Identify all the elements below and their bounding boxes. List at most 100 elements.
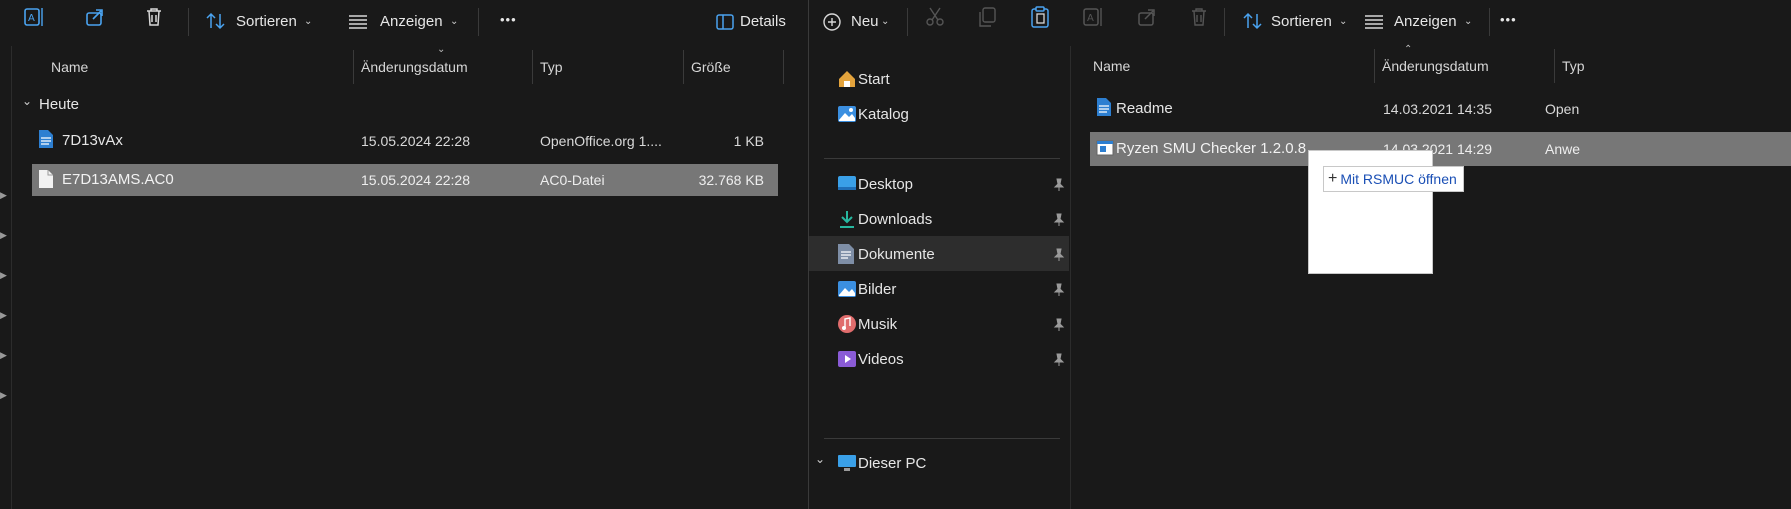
column-header-type[interactable]: Typ <box>1562 58 1585 74</box>
details-pane-icon <box>716 14 734 30</box>
sort-label: Sortieren <box>1271 13 1332 30</box>
details-label: Details <box>740 13 786 30</box>
view-button[interactable]: Anzeigen ⌄ <box>346 6 461 38</box>
expand-arrow-icon[interactable]: ▶ <box>0 310 7 321</box>
pin-icon[interactable] <box>1052 248 1066 262</box>
nav-label: Dieser PC <box>858 455 927 472</box>
more-options-button[interactable]: ••• <box>1492 6 1532 38</box>
group-header-today[interactable]: ⌄ Heute <box>22 94 222 116</box>
copy-icon <box>979 7 996 27</box>
expand-arrow-icon[interactable]: ▶ <box>0 190 7 201</box>
file-type: Open <box>1545 101 1580 117</box>
copy-button[interactable] <box>969 1 1005 33</box>
column-header-type[interactable]: Typ <box>540 59 563 75</box>
column-header-modified[interactable]: Änderungsdatum <box>361 59 468 75</box>
nav-item-start[interactable]: Start <box>809 62 1069 96</box>
download-icon <box>840 211 854 228</box>
nav-item-desktop[interactable]: Desktop <box>809 167 1069 201</box>
left-edge-strip: ▶ ▶ ▶ ▶ ▶ ▶ <box>0 46 12 509</box>
paste-button[interactable] <box>1022 1 1058 33</box>
more-label: ••• <box>1500 12 1517 27</box>
rename-icon: A <box>1083 8 1102 26</box>
file-name: 7D13vAx <box>62 132 123 149</box>
right-column-headers: Name Änderungsdatum Typ <box>1071 49 1791 83</box>
file-size: 32.768 KB <box>698 172 764 188</box>
nav-item-pictures[interactable]: Bilder <box>809 272 1069 306</box>
rename-button[interactable]: A <box>1075 1 1111 33</box>
pin-icon[interactable] <box>1052 213 1066 227</box>
column-header-name[interactable]: Name <box>51 59 88 75</box>
delete-button[interactable] <box>136 1 172 33</box>
document-file-icon <box>1097 98 1111 116</box>
nav-item-music[interactable]: Musik <box>809 307 1069 341</box>
nav-divider <box>824 438 1060 439</box>
right-pane: Neu ⌄ A Sortieren ⌄ Anzeigen ⌄ ••• Start… <box>809 0 1791 509</box>
chevron-down-icon: ⌄ <box>304 16 313 27</box>
pin-icon[interactable] <box>1052 178 1066 192</box>
rename-button[interactable]: A <box>16 1 52 33</box>
sort-icon <box>206 12 225 30</box>
file-modified: 15.05.2024 22:28 <box>361 133 470 149</box>
column-header-modified[interactable]: Änderungsdatum <box>1382 58 1489 74</box>
trash-icon <box>1192 8 1206 26</box>
file-type: AC0-Datei <box>540 172 605 188</box>
share-button[interactable] <box>77 1 113 33</box>
chevron-down-icon[interactable]: ⌄ <box>815 452 825 466</box>
table-row-selected[interactable]: E7D13AMS.AC0 15.05.2024 22:28 AC0-Datei … <box>32 164 778 196</box>
plus-icon: + <box>1328 170 1338 187</box>
nav-item-videos[interactable]: Videos <box>809 342 1069 376</box>
svg-text:A: A <box>28 13 35 24</box>
chevron-down-icon: ⌄ <box>1464 16 1473 27</box>
sort-button[interactable]: Sortieren ⌄ <box>204 6 319 38</box>
left-column-headers: Name Änderungsdatum Typ Größe <box>12 50 787 84</box>
expand-arrow-icon[interactable]: ▶ <box>0 350 7 361</box>
pin-icon[interactable] <box>1052 318 1066 332</box>
computer-icon <box>838 455 856 471</box>
share-button[interactable] <box>1129 1 1165 33</box>
share-icon <box>86 9 103 26</box>
clipboard-icon <box>1031 6 1049 28</box>
file-modified: 15.05.2024 22:28 <box>361 172 470 188</box>
nav-divider <box>824 158 1060 159</box>
column-header-size[interactable]: Größe <box>691 59 731 75</box>
nav-item-documents[interactable]: Dokumente <box>809 236 1069 271</box>
view-label: Anzeigen <box>380 13 443 30</box>
more-options-button[interactable]: ••• <box>490 6 530 38</box>
gallery-icon <box>838 106 856 122</box>
table-row[interactable]: 7D13vAx 15.05.2024 22:28 OpenOffice.org … <box>32 124 778 158</box>
expand-arrow-icon[interactable]: ▶ <box>0 390 7 401</box>
file-name: Ryzen SMU Checker 1.2.0.8 <box>1116 140 1307 157</box>
plus-circle-icon <box>823 13 841 31</box>
file-name: E7D13AMS.AC0 <box>62 171 174 188</box>
left-toolbar: A Sortieren ⌄ Anzeigen ⌄ ••• <box>0 0 808 46</box>
cut-button[interactable] <box>917 1 953 33</box>
view-icon <box>349 15 367 29</box>
file-name: Readme <box>1116 100 1173 117</box>
expand-arrow-icon[interactable]: ▶ <box>0 230 7 241</box>
nav-item-this-pc[interactable]: ⌄ Dieser PC <box>809 446 1069 480</box>
sort-icon <box>1243 12 1262 30</box>
expand-arrow-icon[interactable]: ▶ <box>0 270 7 281</box>
details-toggle-button-left[interactable]: Details <box>714 6 794 38</box>
new-button[interactable]: Neu ⌄ <box>821 6 901 38</box>
nav-label: Videos <box>858 351 904 368</box>
nav-item-gallery[interactable]: Katalog <box>809 97 1069 131</box>
more-label: ••• <box>500 12 517 27</box>
nav-label: Start <box>858 71 890 88</box>
nav-label: Musik <box>858 316 898 333</box>
navigation-pane: Start Katalog Desktop Downloads Dokument… <box>809 46 1071 509</box>
nav-item-downloads[interactable]: Downloads <box>809 202 1069 236</box>
nav-label: Katalog <box>858 106 909 123</box>
view-button[interactable]: Anzeigen ⌄ <box>1362 6 1477 38</box>
table-row-selected[interactable]: Ryzen SMU Checker 1.2.0.8 14.03.2021 14:… <box>1090 132 1791 166</box>
group-label: Heute <box>39 96 80 113</box>
sort-button[interactable]: Sortieren ⌄ <box>1241 6 1356 38</box>
pin-icon[interactable] <box>1052 353 1066 367</box>
nav-label: Desktop <box>858 176 914 193</box>
table-row[interactable]: Readme 14.03.2021 14:35 Open <box>1090 92 1791 126</box>
column-header-name[interactable]: Name <box>1093 58 1130 74</box>
pin-icon[interactable] <box>1052 283 1066 297</box>
delete-button[interactable] <box>1181 1 1217 33</box>
sort-label: Sortieren <box>236 13 297 30</box>
file-type: Anwe <box>1545 141 1581 157</box>
